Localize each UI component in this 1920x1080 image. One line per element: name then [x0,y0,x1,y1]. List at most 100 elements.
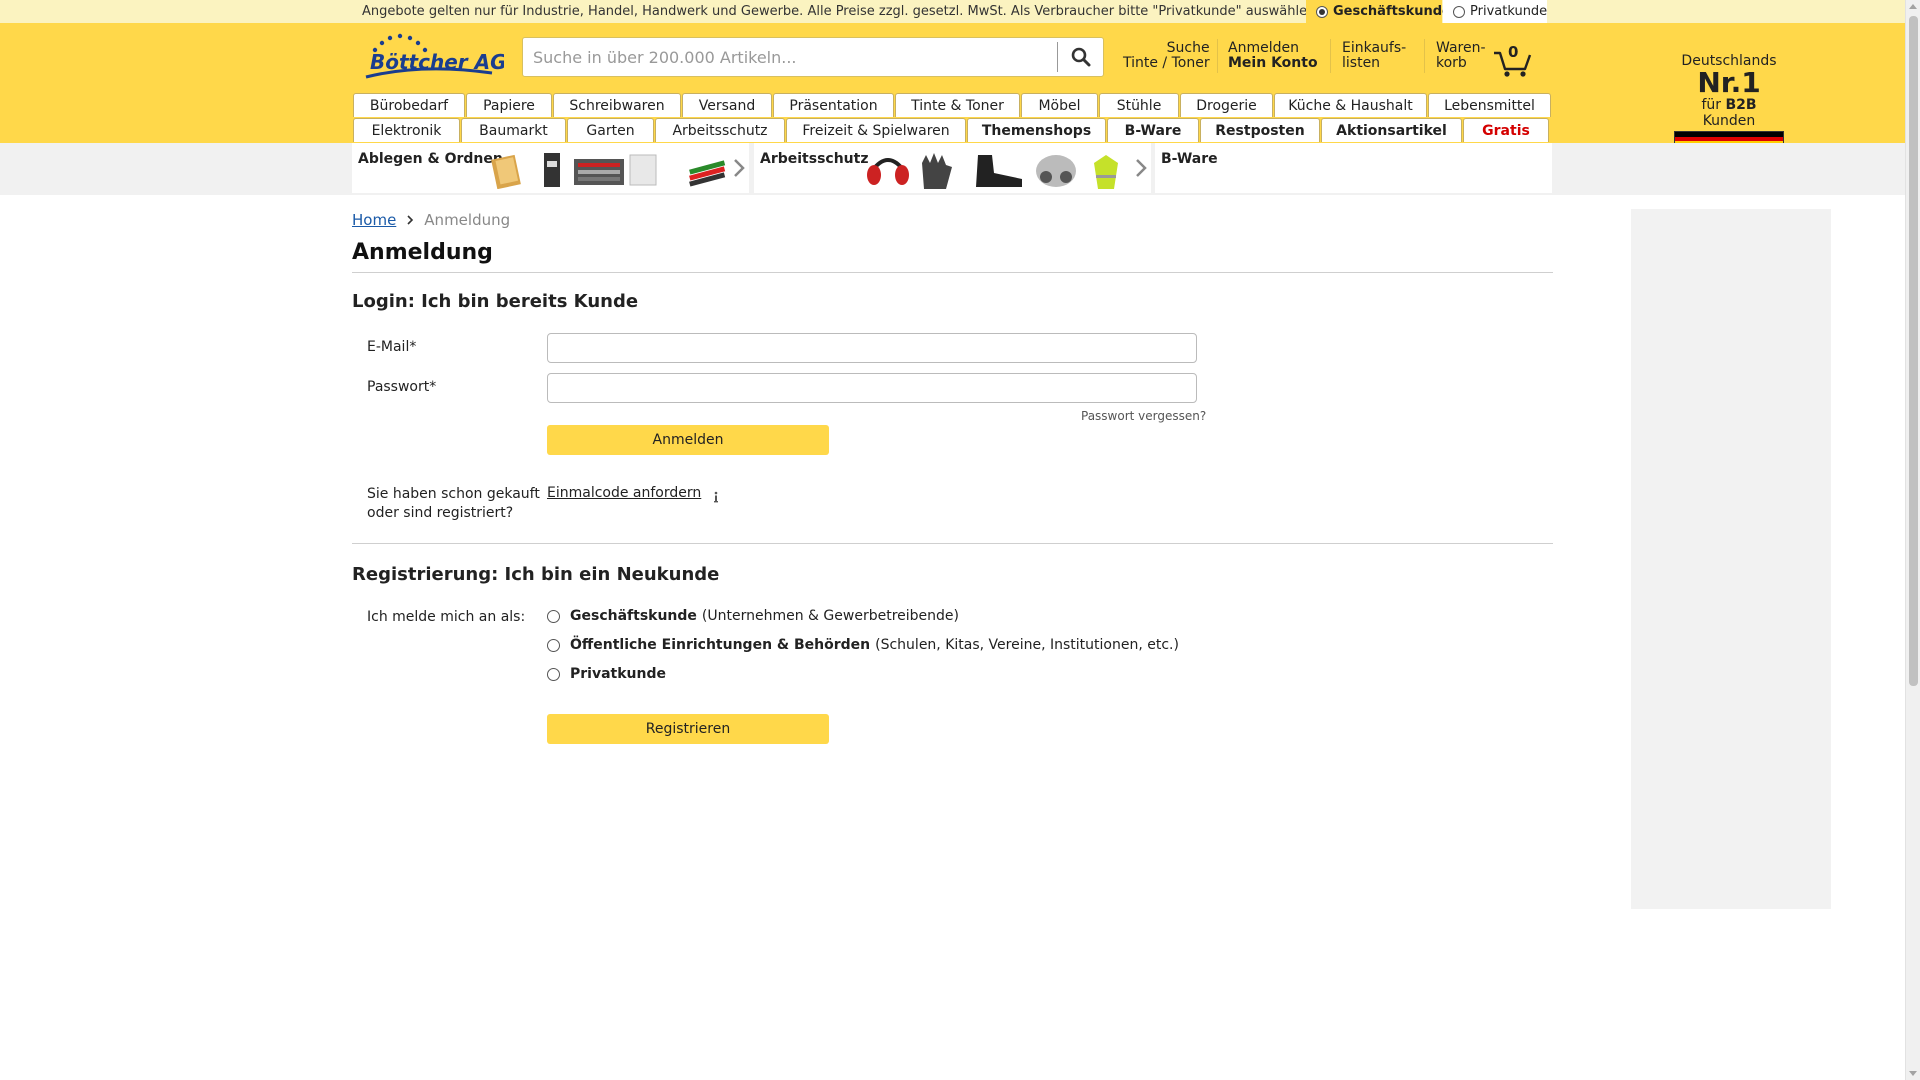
b2b-notice: Angebote gelten nur für Industrie, Hande… [362,4,1320,19]
register-option-business[interactable]: Geschäftskunde (Unternehmen & Gewerbetre… [547,608,959,624]
header-link-account-line1: Anmelden [1228,40,1299,56]
header-link-ink-search-line1: Suche [1166,40,1210,56]
search-input[interactable] [523,38,1057,76]
scroll-down-icon[interactable] [1909,1071,1917,1076]
search-icon [1071,47,1090,67]
divider [352,543,1553,544]
category-strip: Ablegen & Ordnen Arbeitsschutz B-Ware [0,143,1905,195]
main-nav-row-1: Bürobedarf Papiere Schreibwaren Versand … [353,93,1552,117]
nav-item-arbeitsschutz[interactable]: Arbeitsschutz [655,118,785,142]
customer-type-business-label: Geschäftskunde [1333,4,1451,19]
header-link-cart-line1: Waren- [1436,40,1486,56]
nav-item-baumarkt[interactable]: Baumarkt [461,118,566,142]
badge-big-text: Nr.1 [1697,66,1761,99]
register-option-business-detail: (Unternehmen & Gewerbetreibende) [701,608,959,624]
breadcrumb: Home Anmeldung [352,211,510,229]
boettcher-logo[interactable]: Böttcher AG [362,33,504,83]
customer-type-business[interactable]: Geschäftskunde [1306,0,1451,23]
nav-item-lebensmittel[interactable]: Lebensmittel [1428,93,1551,117]
header-link-shopping-lists[interactable]: Einkaufs- listen [1342,41,1406,71]
main-nav-row-2: Elektronik Baumarkt Garten Arbeitsschutz… [353,118,1552,142]
header-link-cart-line2: korb [1436,55,1467,71]
header-link-ink-search-line2: Tinte / Toner [1123,55,1210,71]
badge-sub-suffix: Kunden [1702,113,1756,129]
password-field[interactable] [547,373,1197,403]
nav-item-moebel[interactable]: Möbel [1021,93,1098,117]
cart-count: 0 [1508,43,1519,61]
category-panel-arbeitsschutz[interactable]: Arbeitsschutz [754,143,1151,193]
nav-item-garten[interactable]: Garten [567,118,654,142]
category-title-arbeitsschutz: Arbeitsschutz [760,151,869,167]
nr1-b2b-badge: Deutschlands Nr.1 für B2B Kunden [1673,53,1785,147]
request-onetime-code-link[interactable]: Einmalcode anfordern [547,485,701,501]
header-divider [1217,39,1218,73]
nav-item-restposten[interactable]: Restposten [1200,118,1320,142]
nav-item-tinte-toner[interactable]: Tinte & Toner [895,93,1020,117]
category-title-b-ware: B-Ware [1161,151,1218,167]
nav-item-themenshops[interactable]: Themenshops [967,118,1106,142]
top-info-bar: Angebote gelten nur für Industrie, Hande… [0,0,1905,23]
category-panel-b-ware[interactable]: B-Ware [1155,143,1552,193]
header-link-ink-search[interactable]: Suche Tinte / Toner [1123,41,1210,71]
category-title-ablegen: Ablegen & Ordnen [358,151,503,167]
register-option-public-detail: (Schulen, Kitas, Vereine, Institutionen,… [875,637,1179,653]
register-option-public[interactable]: Öffentliche Einrichtungen & Behörden (Sc… [547,637,1179,653]
nav-item-elektronik[interactable]: Elektronik [353,118,460,142]
register-public-radio[interactable] [547,638,560,652]
info-icon[interactable] [712,491,720,503]
customer-type-private-label: Privatkunde [1470,4,1548,19]
header-divider [1330,39,1331,73]
onetime-code-label-line2: oder sind registriert? [367,505,514,521]
register-option-private[interactable]: Privatkunde [547,666,671,682]
scroll-up-icon[interactable] [1909,4,1917,9]
tabs-product-icon [689,160,726,187]
customer-type-private[interactable]: Privatkunde [1443,0,1547,23]
private-radio[interactable] [1453,5,1465,18]
onetime-code-label-line1: Sie haben schon gekauft [367,486,540,502]
register-business-radio[interactable] [547,609,560,623]
nav-item-stuehle[interactable]: Stühle [1099,93,1179,117]
onetime-code-label: Sie haben schon gekauft oder sind regist… [367,485,540,523]
chevron-right-icon[interactable] [732,157,746,179]
register-private-radio[interactable] [547,667,560,681]
nav-item-versand[interactable]: Versand [682,93,772,117]
register-section-title: Registrierung: Ich bin ein Neukunde [352,564,720,585]
forgot-password-link[interactable]: Passwort vergessen? [1081,409,1206,423]
search-button[interactable] [1057,42,1103,72]
password-label: Passwort* [367,379,437,395]
page-scrollbar[interactable] [1905,0,1920,1080]
header-link-lists-line2: listen [1342,55,1381,71]
nav-item-freizeit-spielwaren[interactable]: Freizeit & Spielwaren [786,118,966,142]
chevron-right-icon [407,215,414,225]
breadcrumb-home-link[interactable]: Home [352,211,396,229]
page-title: Anmeldung [352,240,493,265]
site-header: Böttcher AG Suche Tinte / Toner Anmelden… [0,23,1905,147]
nav-item-papiere[interactable]: Papiere [466,93,552,117]
login-button[interactable]: Anmelden [547,425,829,455]
header-divider [1424,39,1425,73]
register-button[interactable]: Registrieren [547,714,829,744]
search-box [522,37,1104,77]
nav-item-schreibwaren[interactable]: Schreibwaren [553,93,681,117]
header-link-lists-line1: Einkaufs- [1342,40,1407,56]
divider [352,272,1553,273]
breadcrumb-current: Anmeldung [424,211,511,229]
email-field[interactable] [547,333,1197,363]
email-label: E-Mail* [367,339,417,355]
nav-item-b-ware[interactable]: B-Ware [1107,118,1199,142]
login-section-title: Login: Ich bin bereits Kunde [352,291,639,312]
nav-item-gratis[interactable]: Gratis [1463,118,1549,142]
scroll-thumb[interactable] [1909,16,1918,686]
business-radio[interactable] [1316,5,1328,18]
chevron-right-icon[interactable] [1134,157,1148,179]
nav-item-kueche-haushalt[interactable]: Küche & Haushalt [1274,93,1427,117]
header-link-account[interactable]: Anmelden Mein Konto [1228,41,1318,71]
nav-item-buerobedarf[interactable]: Bürobedarf [353,93,465,117]
nav-item-praesentation[interactable]: Präsentation [773,93,894,117]
header-link-cart[interactable]: Waren- korb [1436,41,1486,71]
right-ad-placeholder [1631,209,1831,909]
category-panel-ablegen[interactable]: Ablegen & Ordnen [352,143,749,193]
badge-sub-bold: B2B [1725,97,1757,113]
nav-item-aktionsartikel[interactable]: Aktionsartikel [1321,118,1462,142]
nav-item-drogerie[interactable]: Drogerie [1180,93,1273,117]
